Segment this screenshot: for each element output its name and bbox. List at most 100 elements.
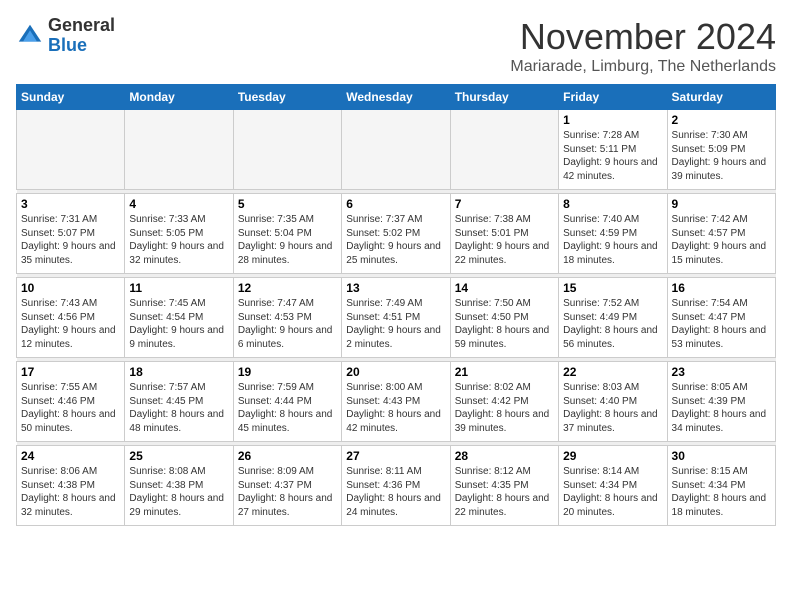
day-number: 8 [563, 197, 662, 211]
header-wednesday: Wednesday [342, 85, 450, 110]
calendar-cell: 5Sunrise: 7:35 AM Sunset: 5:04 PM Daylig… [233, 194, 341, 274]
header-monday: Monday [125, 85, 233, 110]
calendar-week-row: 3 Sunrise: 7:31 AM Sunset: 5:07 PM Daylig… [17, 194, 776, 274]
calendar-week-row: 17 Sunrise: 7:55 AM Sunset: 4:46 PM Dayli… [17, 362, 776, 442]
day-number: 30 [672, 449, 771, 463]
calendar-header-row: Sunday Monday Tuesday Wednesday Thursday… [17, 85, 776, 110]
day-info: Sunrise: 7:47 AM Sunset: 4:53 PM Dayligh… [238, 297, 337, 351]
logo-icon [16, 22, 44, 50]
day-number: 29 [563, 449, 662, 463]
day-info: Sunrise: 7:54 AM Sunset: 4:47 PM Dayligh… [672, 297, 771, 351]
calendar-cell: 28 Sunrise: 8:12 AM Sunset: 4:35 PM Dayli… [450, 446, 558, 526]
title-section: November 2024 Mariarade, Limburg, The Ne… [510, 16, 776, 76]
day-info: Sunrise: 8:02 AM Sunset: 4:42 PM Dayligh… [455, 381, 554, 435]
day-info: Sunrise: 8:06 AM Sunset: 4:38 PM Dayligh… [21, 465, 120, 519]
logo-blue-label: Blue [48, 36, 115, 56]
day-info: Sunrise: 8:14 AM Sunset: 4:34 PM Dayligh… [563, 465, 662, 519]
calendar-cell: 24 Sunrise: 8:06 AM Sunset: 4:38 PM Dayli… [17, 446, 125, 526]
day-number: 27 [346, 449, 445, 463]
calendar-cell: 17 Sunrise: 7:55 AM Sunset: 4:46 PM Dayli… [17, 362, 125, 442]
day-info: Sunrise: 7:31 AM Sunset: 5:07 PM Dayligh… [21, 213, 120, 267]
calendar-cell: 6Sunrise: 7:37 AM Sunset: 5:02 PM Daylig… [342, 194, 450, 274]
header-sunday: Sunday [17, 85, 125, 110]
calendar-cell: 9 Sunrise: 7:42 AM Sunset: 4:57 PM Daylig… [667, 194, 775, 274]
logo-general-label: General [48, 16, 115, 36]
calendar-cell: 7 Sunrise: 7:38 AM Sunset: 5:01 PM Daylig… [450, 194, 558, 274]
day-number: 28 [455, 449, 554, 463]
day-info: Sunrise: 7:28 AM Sunset: 5:11 PM Dayligh… [563, 129, 662, 183]
day-number: 9 [672, 197, 771, 211]
day-info: Sunrise: 7:38 AM Sunset: 5:01 PM Dayligh… [455, 213, 554, 267]
calendar-cell: 19 Sunrise: 7:59 AM Sunset: 4:44 PM Dayli… [233, 362, 341, 442]
calendar-table: Sunday Monday Tuesday Wednesday Thursday… [16, 84, 776, 526]
day-number: 21 [455, 365, 554, 379]
calendar-cell: 4Sunrise: 7:33 AM Sunset: 5:05 PM Daylig… [125, 194, 233, 274]
day-info: Sunrise: 7:45 AM Sunset: 4:54 PM Dayligh… [129, 297, 228, 351]
day-number: 3 [21, 197, 120, 211]
day-number: 5 [238, 197, 337, 211]
calendar-cell: 2 Sunrise: 7:30 AM Sunset: 5:09 PM Daylig… [667, 110, 775, 190]
day-number: 23 [672, 365, 771, 379]
day-number: 14 [455, 281, 554, 295]
calendar-cell: 12Sunrise: 7:47 AM Sunset: 4:53 PM Dayli… [233, 278, 341, 358]
calendar-cell: 1Sunrise: 7:28 AM Sunset: 5:11 PM Daylig… [559, 110, 667, 190]
month-title: November 2024 [510, 16, 776, 58]
calendar-cell [342, 110, 450, 190]
calendar-cell: 27Sunrise: 8:11 AM Sunset: 4:36 PM Dayli… [342, 446, 450, 526]
header-tuesday: Tuesday [233, 85, 341, 110]
day-number: 17 [21, 365, 120, 379]
day-number: 16 [672, 281, 771, 295]
day-number: 25 [129, 449, 228, 463]
day-info: Sunrise: 8:05 AM Sunset: 4:39 PM Dayligh… [672, 381, 771, 435]
calendar-cell: 16 Sunrise: 7:54 AM Sunset: 4:47 PM Dayli… [667, 278, 775, 358]
day-info: Sunrise: 7:55 AM Sunset: 4:46 PM Dayligh… [21, 381, 120, 435]
header-saturday: Saturday [667, 85, 775, 110]
logo-text: General Blue [48, 16, 115, 56]
day-number: 10 [21, 281, 120, 295]
day-info: Sunrise: 8:08 AM Sunset: 4:38 PM Dayligh… [129, 465, 228, 519]
day-info: Sunrise: 7:42 AM Sunset: 4:57 PM Dayligh… [672, 213, 771, 267]
day-number: 26 [238, 449, 337, 463]
day-number: 7 [455, 197, 554, 211]
day-number: 15 [563, 281, 662, 295]
location-title: Mariarade, Limburg, The Netherlands [510, 58, 776, 76]
day-number: 18 [129, 365, 228, 379]
day-number: 22 [563, 365, 662, 379]
day-info: Sunrise: 8:09 AM Sunset: 4:37 PM Dayligh… [238, 465, 337, 519]
day-info: Sunrise: 8:12 AM Sunset: 4:35 PM Dayligh… [455, 465, 554, 519]
calendar-cell: 21 Sunrise: 8:02 AM Sunset: 4:42 PM Dayli… [450, 362, 558, 442]
day-info: Sunrise: 7:57 AM Sunset: 4:45 PM Dayligh… [129, 381, 228, 435]
calendar-cell: 18 Sunrise: 7:57 AM Sunset: 4:45 PM Dayli… [125, 362, 233, 442]
calendar-week-row: 1Sunrise: 7:28 AM Sunset: 5:11 PM Daylig… [17, 110, 776, 190]
calendar-cell [450, 110, 558, 190]
day-number: 19 [238, 365, 337, 379]
day-info: Sunrise: 8:15 AM Sunset: 4:34 PM Dayligh… [672, 465, 771, 519]
calendar-cell: 13 Sunrise: 7:49 AM Sunset: 4:51 PM Dayli… [342, 278, 450, 358]
calendar-cell: 29 Sunrise: 8:14 AM Sunset: 4:34 PM Dayli… [559, 446, 667, 526]
day-number: 24 [21, 449, 120, 463]
calendar-cell: 14Sunrise: 7:50 AM Sunset: 4:50 PM Dayli… [450, 278, 558, 358]
header: General Blue November 2024 Mariarade, Li… [16, 16, 776, 76]
day-number: 4 [129, 197, 228, 211]
day-info: Sunrise: 7:43 AM Sunset: 4:56 PM Dayligh… [21, 297, 120, 351]
day-info: Sunrise: 8:03 AM Sunset: 4:40 PM Dayligh… [563, 381, 662, 435]
calendar-cell: 26 Sunrise: 8:09 AM Sunset: 4:37 PM Dayli… [233, 446, 341, 526]
day-number: 20 [346, 365, 445, 379]
calendar-cell: 22 Sunrise: 8:03 AM Sunset: 4:40 PM Dayli… [559, 362, 667, 442]
day-info: Sunrise: 7:49 AM Sunset: 4:51 PM Dayligh… [346, 297, 445, 351]
day-number: 13 [346, 281, 445, 295]
calendar-cell: 30 Sunrise: 8:15 AM Sunset: 4:34 PM Dayli… [667, 446, 775, 526]
day-info: Sunrise: 7:30 AM Sunset: 5:09 PM Dayligh… [672, 129, 771, 183]
day-number: 11 [129, 281, 228, 295]
day-info: Sunrise: 7:40 AM Sunset: 4:59 PM Dayligh… [563, 213, 662, 267]
calendar-week-row: 24 Sunrise: 8:06 AM Sunset: 4:38 PM Dayli… [17, 446, 776, 526]
calendar-cell: 11 Sunrise: 7:45 AM Sunset: 4:54 PM Dayli… [125, 278, 233, 358]
calendar-cell: 15 Sunrise: 7:52 AM Sunset: 4:49 PM Dayli… [559, 278, 667, 358]
day-info: Sunrise: 7:52 AM Sunset: 4:49 PM Dayligh… [563, 297, 662, 351]
calendar-cell: 23 Sunrise: 8:05 AM Sunset: 4:39 PM Dayli… [667, 362, 775, 442]
calendar-cell: 10 Sunrise: 7:43 AM Sunset: 4:56 PM Dayli… [17, 278, 125, 358]
day-number: 2 [672, 113, 771, 127]
day-info: Sunrise: 7:59 AM Sunset: 4:44 PM Dayligh… [238, 381, 337, 435]
day-number: 6 [346, 197, 445, 211]
calendar-cell: 25 Sunrise: 8:08 AM Sunset: 4:38 PM Dayli… [125, 446, 233, 526]
